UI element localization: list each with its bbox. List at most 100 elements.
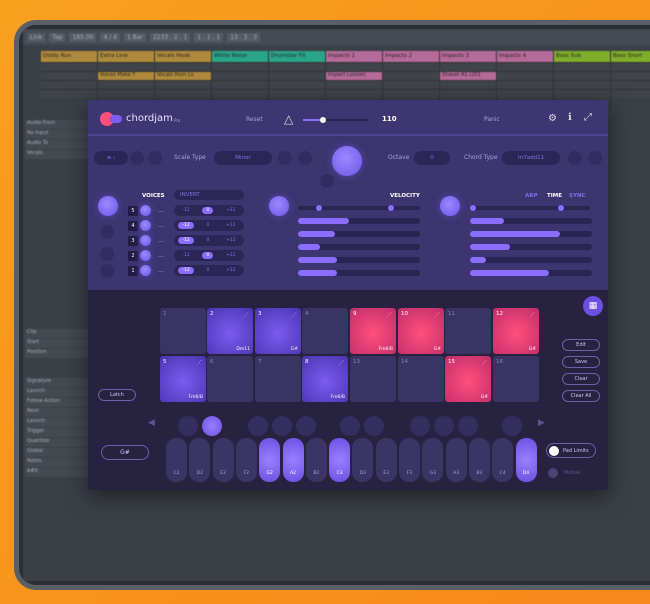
side-panel-field[interactable]: Follow Action <box>25 398 91 407</box>
clip-slot[interactable] <box>440 62 496 71</box>
track-name[interactable]: Impacts 4 <box>497 51 553 62</box>
clip-slot[interactable] <box>41 62 97 71</box>
clip-slot[interactable] <box>383 71 439 80</box>
time-knob[interactable] <box>440 196 460 216</box>
toolbar-field[interactable]: 13 . 3 . 3 <box>227 32 260 42</box>
black-key[interactable] <box>340 416 360 436</box>
clip-slot[interactable] <box>383 62 439 71</box>
latch-button[interactable]: Latch <box>98 389 136 401</box>
black-key[interactable] <box>202 416 222 436</box>
clip-slot[interactable] <box>98 62 154 71</box>
prev-octave-arrow[interactable]: ◀ <box>148 418 155 428</box>
chord-pad[interactable]: 2 Dm11 ⋰ <box>207 308 253 354</box>
velocity-slider[interactable] <box>298 231 420 237</box>
track-name[interactable]: Impacts 1 <box>326 51 382 62</box>
chord-option-button[interactable] <box>568 151 582 165</box>
piano-key[interactable]: C3 <box>329 438 351 482</box>
clip-slot[interactable] <box>383 89 439 98</box>
track-name[interactable]: Drumstar FX <box>269 51 325 62</box>
scale-option-button[interactable] <box>278 151 292 165</box>
clip-slot[interactable] <box>554 89 610 98</box>
invert-toggle[interactable]: INVERT <box>174 190 244 200</box>
toolbar-field[interactable]: 1 Bar <box>123 32 146 42</box>
root-note-button[interactable]: G# <box>101 445 149 460</box>
shift-minus12[interactable]: -12 <box>178 252 193 259</box>
track-name[interactable]: Bass Sub <box>554 51 610 62</box>
side-panel-field[interactable]: Vocals <box>25 150 91 159</box>
side-panel-field[interactable]: Audio To <box>25 140 91 149</box>
pad-limits-toggle[interactable]: Pad Limits <box>546 443 596 458</box>
toolbar-field[interactable]: Tap <box>49 32 66 42</box>
side-panel-field[interactable]: Global <box>25 448 91 457</box>
chord-pad[interactable]: 9 Fm6/B ⋰ <box>350 308 396 354</box>
clip-slot[interactable] <box>155 62 211 71</box>
chord-pad[interactable]: 11 <box>445 308 491 354</box>
clip-slot[interactable] <box>98 89 154 98</box>
velocity-slider[interactable] <box>298 270 420 276</box>
next-octave-arrow[interactable]: ▶ <box>538 418 545 428</box>
clip-slot[interactable] <box>611 71 650 80</box>
clip-slot[interactable]: Impact Louises <box>326 71 382 80</box>
shift-minus12[interactable]: -12 <box>178 237 194 244</box>
clear-all-button[interactable]: Clear All <box>562 390 600 402</box>
shift-minus12[interactable]: -12 <box>178 222 194 229</box>
voice-toggle[interactable] <box>140 220 151 231</box>
undo-redo-group[interactable]: ≡ ‹ <box>94 151 128 165</box>
side-panel-field[interactable]: Clip <box>25 329 91 338</box>
edit-button[interactable]: Edit <box>562 339 600 351</box>
octave-shift-segment[interactable]: -12 0 +12 <box>174 205 244 216</box>
expand-icon[interactable]: ⤢ <box>584 112 592 123</box>
arp-tab[interactable]: ARP <box>525 193 538 199</box>
track-name[interactable]: Bass Short <box>611 51 650 62</box>
voice-toggle[interactable] <box>140 265 151 276</box>
piano-key[interactable]: E3 <box>375 438 397 482</box>
chord-pad[interactable]: 15 G# ⋰ <box>445 356 491 402</box>
tempo-slider[interactable] <box>303 117 368 123</box>
clip-slot[interactable] <box>269 89 325 98</box>
side-panel-field[interactable]: Audio From <box>25 120 91 129</box>
side-panel-field[interactable]: Launch <box>25 418 91 427</box>
grid-view-icon[interactable]: ▦ <box>583 296 603 316</box>
clip-slot[interactable] <box>212 62 268 71</box>
clip-slot[interactable] <box>41 80 97 89</box>
octave-select[interactable]: 0 <box>414 151 450 165</box>
save-button[interactable]: Save <box>562 356 600 368</box>
black-key[interactable] <box>272 416 292 436</box>
velocity-slider[interactable] <box>298 244 420 250</box>
velocity-slider[interactable] <box>298 257 420 263</box>
time-slider[interactable] <box>470 218 592 224</box>
shift-plus12[interactable]: +12 <box>222 237 240 244</box>
clip-slot[interactable] <box>497 71 553 80</box>
shift-plus12[interactable]: +12 <box>222 252 240 259</box>
info-icon[interactable]: ℹ <box>568 112 572 123</box>
voice-toggle[interactable] <box>140 250 151 261</box>
black-key[interactable] <box>178 416 198 436</box>
track-name[interactable]: White Noise <box>212 51 268 62</box>
piano-key[interactable]: F3 <box>399 438 420 482</box>
sync-tab[interactable]: SYNC <box>569 193 586 199</box>
scale-menu-button[interactable] <box>298 151 312 165</box>
track-name[interactable]: Vocals Hook <box>155 51 211 62</box>
velocity-range-slider[interactable] <box>298 205 420 211</box>
clip-slot[interactable] <box>155 89 211 98</box>
clip-slot[interactable] <box>212 80 268 89</box>
octave-shift-segment[interactable]: -12 0 +12 <box>174 235 244 246</box>
piano-key[interactable]: G2 <box>259 438 281 482</box>
time-slider[interactable] <box>470 244 592 250</box>
shift-plus12[interactable]: +12 <box>222 267 240 274</box>
metronome-icon[interactable]: △ <box>284 112 293 126</box>
toolbar-field[interactable]: 4 / 4 <box>100 32 120 42</box>
side-panel-field[interactable]: Start <box>25 339 91 348</box>
clear-button[interactable]: Clear <box>562 373 600 385</box>
shift-0[interactable]: 0 <box>202 267 213 274</box>
piano-key[interactable]: F2 <box>235 438 257 482</box>
chord-pad[interactable]: 8 Fm6/B ⋰ <box>302 356 348 402</box>
black-key[interactable] <box>458 416 478 436</box>
clip-slot[interactable] <box>326 80 382 89</box>
piano-key[interactable]: A2 <box>282 438 304 482</box>
time-tab[interactable]: TIME <box>547 193 562 199</box>
shift-0[interactable]: 0 <box>202 207 214 214</box>
chord-menu-button[interactable] <box>588 151 602 165</box>
toolbar-field[interactable]: 185.00 <box>69 32 97 42</box>
piano-key[interactable]: E2 <box>212 438 234 482</box>
